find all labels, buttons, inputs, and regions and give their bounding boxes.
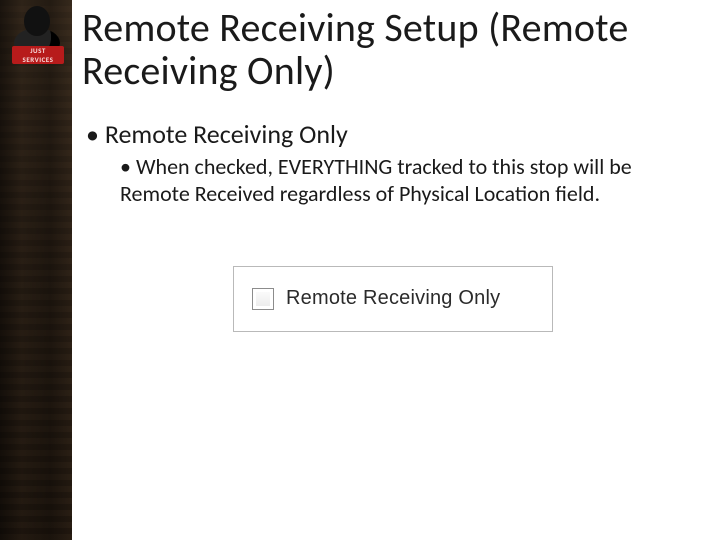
logo-text-line1: JUST: [30, 46, 46, 55]
bullet-list: Remote Receiving Only When checked, EVER…: [82, 118, 704, 208]
brand-logo: JUST SERVICES: [8, 4, 64, 66]
bullet-level2-text: When checked, EVERYTHING tracked to this…: [120, 153, 632, 208]
content-area: Remote Receiving Setup (Remote Receiving…: [72, 0, 720, 540]
sidebar-texture: JUST SERVICES: [0, 0, 72, 540]
bullet-level1: Remote Receiving Only When checked, EVER…: [86, 118, 704, 208]
slide: JUST SERVICES Remote Receiving Setup (Re…: [0, 0, 720, 540]
page-title: Remote Receiving Setup (Remote Receiving…: [82, 6, 704, 92]
screenshot-panel: Remote Receiving Only: [233, 266, 553, 332]
remote-receiving-checkbox-label: Remote Receiving Only: [286, 287, 500, 310]
bullet-sublist: When checked, EVERYTHING tracked to this…: [86, 153, 704, 208]
remote-receiving-checkbox[interactable]: [252, 288, 274, 310]
bullet-level2: When checked, EVERYTHING tracked to this…: [120, 153, 704, 208]
logo-text: JUST SERVICES: [12, 46, 64, 64]
logo-head-icon: [24, 6, 50, 36]
logo-text-line2: SERVICES: [23, 55, 54, 64]
bullet-level1-text: Remote Receiving Only: [105, 118, 348, 150]
